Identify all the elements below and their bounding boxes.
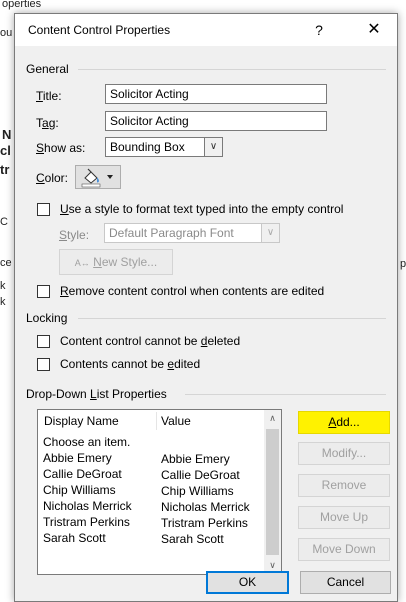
tag-input[interactable] xyxy=(105,111,327,131)
locking-divider xyxy=(78,318,386,319)
dropdown-section-header: Drop-Down List Properties xyxy=(26,387,167,401)
modify-button[interactable]: Modify... xyxy=(298,442,390,465)
add-button[interactable]: Add... xyxy=(298,411,390,434)
list-header: Display Name Value xyxy=(38,410,266,432)
cannot-delete-label: Content control cannot be deleted xyxy=(60,334,241,348)
paint-bucket-icon xyxy=(81,168,113,188)
style-label: Style: xyxy=(59,228,90,242)
ok-button[interactable]: OK xyxy=(206,571,289,594)
move-up-button[interactable]: Move Up xyxy=(298,506,390,529)
color-picker-button[interactable] xyxy=(75,165,121,189)
cannot-edit-checkbox[interactable] xyxy=(37,358,50,371)
doc-fragment: cl xyxy=(0,143,11,158)
doc-fragment: k xyxy=(0,280,6,292)
doc-fragment: k xyxy=(0,296,6,308)
doc-fragment: operties xyxy=(2,0,42,10)
dialog-title: Content Control Properties xyxy=(28,23,171,37)
use-style-label: Use a style to format text typed into th… xyxy=(60,202,344,216)
content-control-properties-dialog: Content Control Properties ? ✕ General T… xyxy=(14,13,398,602)
use-style-checkbox[interactable] xyxy=(37,203,50,216)
title-bar[interactable]: Content Control Properties ? ✕ xyxy=(15,14,397,46)
show-as-value: Bounding Box xyxy=(110,140,185,154)
cannot-delete-checkbox[interactable] xyxy=(37,335,50,348)
remove-when-edited-label: Remove content control when contents are… xyxy=(60,284,325,298)
new-style-icon: A↔ xyxy=(74,258,90,268)
list-item[interactable]: Callie DeGroat Callie DeGroat xyxy=(38,467,266,482)
list-item[interactable]: Chip Williams Chip Williams xyxy=(38,483,266,498)
column-divider[interactable] xyxy=(156,412,157,430)
list-item[interactable]: Sarah Scott Sarah Scott xyxy=(38,531,266,546)
tag-label: Tag: xyxy=(36,116,59,130)
scroll-up-icon[interactable]: ∧ xyxy=(264,410,281,427)
doc-fragment: C xyxy=(0,216,8,228)
dropdown-divider xyxy=(185,394,386,395)
close-button[interactable]: ✕ xyxy=(354,16,394,44)
help-button[interactable]: ? xyxy=(302,16,336,44)
scroll-thumb[interactable] xyxy=(266,429,279,555)
list-item[interactable]: Abbie Emery Abbie Emery xyxy=(38,451,266,466)
locking-section-header: Locking xyxy=(26,311,68,325)
column-value[interactable]: Value xyxy=(161,414,191,428)
doc-fragment: ou xyxy=(0,27,13,39)
doc-fragment: tr xyxy=(0,162,10,177)
title-label: Title: xyxy=(36,89,62,103)
show-as-label: Show as: xyxy=(36,141,86,155)
general-divider xyxy=(78,69,386,70)
list-item[interactable]: Nicholas Merrick Nicholas Merrick xyxy=(38,499,266,514)
color-label: Color: xyxy=(36,171,69,185)
chevron-down-icon: ∨ xyxy=(261,224,279,242)
list-scrollbar[interactable]: ∧ ∨ xyxy=(264,410,281,574)
move-down-button[interactable]: Move Down xyxy=(298,538,390,561)
chevron-down-icon: ∨ xyxy=(204,138,222,156)
title-input[interactable] xyxy=(105,84,327,104)
doc-fragment: N xyxy=(2,127,12,142)
style-value: Default Paragraph Font xyxy=(109,226,234,240)
cannot-edit-label: Contents cannot be edited xyxy=(60,357,201,371)
doc-fragment: p xyxy=(400,258,406,270)
dropdown-list[interactable]: Display Name Value Choose an item. Abbie… xyxy=(37,409,282,575)
list-item[interactable]: Choose an item. xyxy=(38,435,266,450)
style-dropdown[interactable]: Default Paragraph Font ∨ xyxy=(104,223,280,243)
list-item[interactable]: Tristram Perkins Tristram Perkins xyxy=(38,515,266,530)
cancel-button[interactable]: Cancel xyxy=(300,571,391,594)
general-section-header: General xyxy=(26,62,69,76)
column-display-name[interactable]: Display Name xyxy=(44,414,119,428)
doc-fragment: ce xyxy=(0,257,12,269)
remove-when-edited-checkbox[interactable] xyxy=(37,285,50,298)
show-as-dropdown[interactable]: Bounding Box ∨ xyxy=(105,137,223,157)
new-style-button[interactable]: A↔ New Style... xyxy=(59,249,173,275)
remove-button[interactable]: Remove xyxy=(298,474,390,497)
